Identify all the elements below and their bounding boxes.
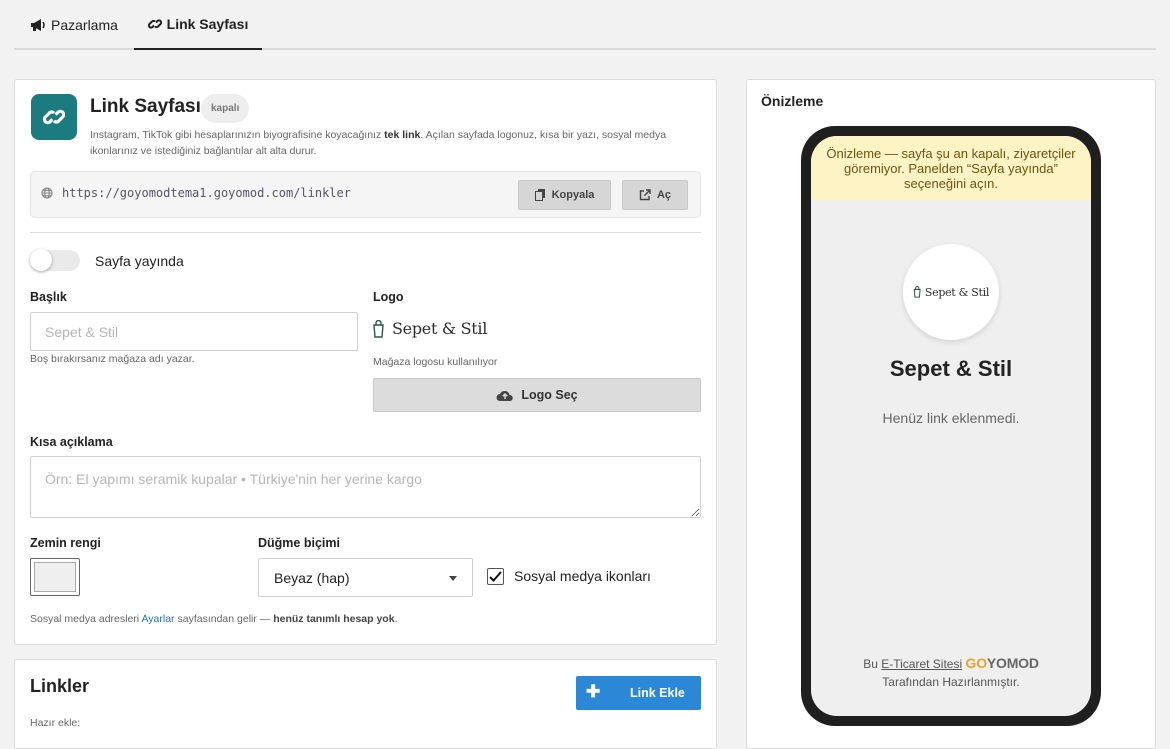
publish-toggle-label: Sayfa yayında <box>95 253 184 269</box>
description-field-label: Kısa açıklama <box>30 435 113 449</box>
tab-bar: Pazarlama Link Sayfası <box>14 0 1156 50</box>
social-note: Sosyal medya adresleri Ayarlar sayfasınd… <box>30 613 398 625</box>
logo-brand-text: Sepet & Stil <box>392 319 488 338</box>
choose-logo-button[interactable]: Logo Seç <box>373 378 701 412</box>
social-icons-checkbox[interactable] <box>487 568 504 585</box>
copy-url-button[interactable]: Kopyala <box>518 180 611 210</box>
chevron-down-icon <box>449 576 457 581</box>
logo-preview: Sepet & Stil <box>372 319 487 338</box>
page-title: Link Sayfası <box>90 96 201 117</box>
quick-add-label: Hazır ekle: <box>30 717 81 729</box>
goyomod-logo: GOYOMOD <box>965 655 1039 671</box>
links-title: Linkler <box>30 676 90 696</box>
open-url-button[interactable]: Aç <box>622 180 688 210</box>
add-link-button[interactable]: ✚ Link Ekle <box>576 676 701 710</box>
tab-link-sayfasi[interactable]: Link Sayfası <box>134 0 262 50</box>
link-page-settings-card: Link Sayfası kapalı Instagram, TikTok gi… <box>14 79 717 645</box>
phone-screen: Önizleme — sayfa şu an kapalı, ziyaretçi… <box>811 136 1091 716</box>
button-style-label: Düğme biçimi <box>258 536 340 550</box>
preview-title: Önizleme <box>761 93 824 109</box>
title-field-label: Başlık <box>30 290 67 304</box>
avatar: Sepet & Stil <box>903 244 999 340</box>
settings-link[interactable]: Ayarlar <box>141 613 174 625</box>
copy-icon <box>534 189 545 201</box>
tab-pazarlama[interactable]: Pazarlama <box>30 0 118 50</box>
megaphone-icon <box>31 19 45 31</box>
title-input[interactable] <box>30 312 358 351</box>
status-badge: kapalı <box>201 94 250 123</box>
empty-links-text: Henüz link eklenmedi. <box>882 410 1020 426</box>
title-hint: Boş bırakırsanız mağaza adı yazar. <box>30 353 195 365</box>
plus-icon: ✚ <box>586 682 601 701</box>
publish-toggle[interactable] <box>30 249 80 271</box>
background-color-label: Zemin rengi <box>30 536 101 550</box>
links-card: Linkler ✚ Link Ekle Hazır ekle: <box>14 659 717 749</box>
check-icon <box>489 571 502 582</box>
cloud-upload-icon <box>496 390 514 401</box>
globe-icon <box>41 187 53 199</box>
description-textarea[interactable] <box>30 456 701 518</box>
ecommerce-link[interactable]: E-Ticaret Sitesi <box>881 657 962 671</box>
logo-label: Logo <box>373 290 404 304</box>
social-icons-label[interactable]: Sosyal medya ikonları <box>514 568 651 584</box>
shopping-bag-logo-icon <box>913 286 921 298</box>
preview-footer: Bu E-Ticaret Sitesi GOYOMOD Tarafından H… <box>863 655 1039 689</box>
selected-value: Beyaz (hap) <box>274 569 350 586</box>
button-style-select[interactable]: Beyaz (hap) <box>258 558 473 597</box>
shop-name: Sepet & Stil <box>889 356 1013 381</box>
tab-label: Pazarlama <box>51 17 118 33</box>
external-link-icon <box>639 189 651 201</box>
preview-card: Önizleme Önizleme — sayfa şu an kapalı, … <box>746 79 1156 749</box>
color-swatch <box>34 562 76 592</box>
logo-hint: Mağaza logosu kullanılıyor <box>373 356 498 368</box>
avatar-brand-text: Sepet & Stil <box>924 285 990 299</box>
preview-warning: Önizleme — sayfa şu an kapalı, ziyaretçi… <box>811 136 1091 200</box>
link-badge-icon <box>31 94 77 140</box>
phone-frame: Önizleme — sayfa şu an kapalı, ziyaretçi… <box>801 126 1101 726</box>
divider <box>30 232 701 233</box>
url-box: https://goyomodtema1.goyomod.com/linkler… <box>30 171 701 218</box>
page-url[interactable]: https://goyomodtema1.goyomod.com/linkler <box>62 186 351 200</box>
background-color-picker[interactable] <box>30 558 80 596</box>
tab-label: Link Sayfası <box>166 16 249 32</box>
shopping-bag-logo-icon <box>373 319 384 338</box>
page-description: Instagram, TikTok gibi hesaplarınızın bi… <box>90 129 667 157</box>
toggle-knob <box>30 249 52 271</box>
link-icon <box>147 19 162 29</box>
